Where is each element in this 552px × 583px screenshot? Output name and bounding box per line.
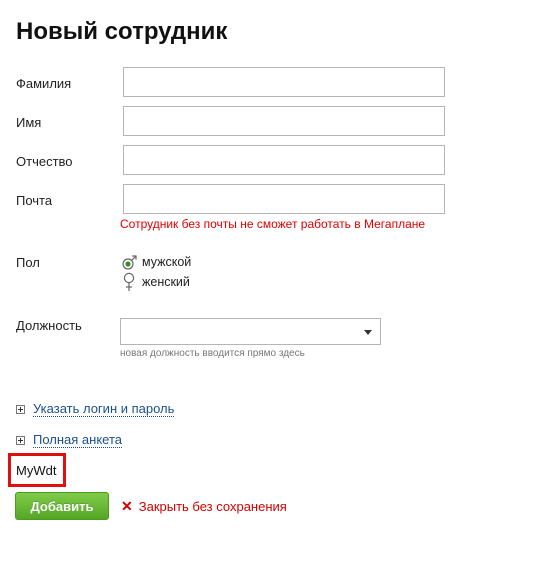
- page-title: Новый сотрудник: [16, 18, 228, 45]
- full-profile-link[interactable]: Полная анкета: [33, 432, 123, 448]
- email-warning: Сотрудник без почты не сможет работать в…: [120, 217, 426, 231]
- plus-icon: [16, 404, 25, 414]
- add-button[interactable]: Добавить: [15, 492, 109, 520]
- full-profile-expander[interactable]: Полная анкета: [16, 432, 123, 448]
- position-select[interactable]: [120, 318, 381, 345]
- close-without-saving-link[interactable]: ✕ Закрыть без сохранения: [121, 498, 287, 514]
- gender-label: Пол: [16, 255, 40, 270]
- first-name-label: Имя: [16, 115, 42, 130]
- widget-label: MyWdt: [16, 463, 57, 478]
- email-input[interactable]: [123, 184, 445, 214]
- middle-name-label: Отчество: [16, 154, 73, 169]
- gender-option-male-label: мужской: [142, 255, 192, 269]
- female-icon: [121, 272, 139, 292]
- email-label: Почта: [16, 193, 53, 208]
- gender-option-female-label: женский: [142, 275, 190, 289]
- male-icon: [121, 253, 139, 271]
- first-name-input[interactable]: [123, 106, 445, 136]
- close-without-saving-label: Закрыть без сохранения: [138, 498, 287, 514]
- plus-icon: [16, 435, 25, 445]
- dropdown-arrow-icon: [364, 330, 372, 335]
- gender-option-male[interactable]: мужской: [121, 253, 191, 271]
- position-hint: новая должность вводится прямо здесь: [120, 348, 305, 359]
- last-name-input[interactable]: [123, 67, 445, 97]
- position-label: Должность: [16, 318, 82, 333]
- close-icon: ✕: [121, 498, 133, 514]
- gender-option-female[interactable]: женский: [121, 272, 190, 292]
- last-name-label: Фамилия: [16, 76, 72, 91]
- login-password-expander[interactable]: Указать логин и пароль: [16, 401, 175, 417]
- login-password-link[interactable]: Указать логин и пароль: [33, 401, 175, 417]
- middle-name-input[interactable]: [123, 145, 445, 175]
